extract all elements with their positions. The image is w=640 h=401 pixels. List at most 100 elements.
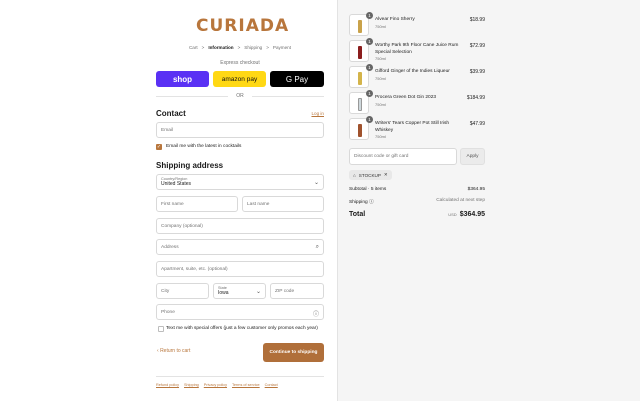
breadcrumb: Cart > Information > Shipping > Payment	[156, 45, 324, 50]
apply-discount-button[interactable]: Apply	[460, 148, 485, 165]
currency-code: USD	[448, 212, 457, 217]
bottle-image	[358, 46, 362, 59]
quantity-badge: 1	[366, 12, 373, 19]
or-divider: OR	[156, 93, 324, 99]
item-name: Alvear Fino Sherry	[375, 17, 415, 22]
discount-code-label: STOCKUP	[358, 172, 381, 178]
order-item: 1 Writers' Tears Copper Pot Still Irish …	[349, 116, 485, 140]
country-select[interactable]: Country/Region United States ⌄	[156, 174, 324, 190]
phone-field[interactable]: Phone ⓘ	[156, 304, 324, 320]
privacy-policy-link[interactable]: Privacy policy	[204, 383, 227, 387]
city-field[interactable]: City	[156, 283, 209, 299]
google-pay-button[interactable]: G Pay	[270, 71, 324, 87]
shipping-row: Shipping ⓘ Calculated at next step	[349, 198, 485, 205]
item-name: Writers' Tears Copper Pot Still Irish Wh…	[375, 121, 450, 133]
quantity-badge: 1	[366, 64, 373, 71]
bottle-image	[358, 98, 362, 111]
return-to-cart-link[interactable]: ‹ Return to cart	[157, 348, 190, 354]
breadcrumb-information: Information	[208, 45, 234, 50]
contact-link[interactable]: Contact	[265, 383, 278, 387]
breadcrumb-separator: >	[201, 45, 205, 50]
item-size: 750ml	[375, 101, 386, 107]
newsletter-label: Email me with the latest in cocktails	[166, 144, 242, 149]
shipping-label: Shipping	[349, 200, 368, 205]
zip-code-field[interactable]: ZIP code	[270, 283, 324, 299]
state-select[interactable]: State Iowa ⌄	[213, 283, 266, 299]
item-size: 750ml	[375, 134, 386, 139]
remove-discount-icon[interactable]: ✕	[384, 172, 388, 178]
shipping-value: Calculated at next step	[436, 198, 485, 203]
subtotal-label: Subtotal · 5 items	[349, 187, 387, 192]
quantity-badge: 1	[366, 90, 373, 97]
quantity-badge: 1	[366, 116, 373, 123]
applied-discount-tag: ⌂ STOCKUP ✕	[349, 170, 392, 180]
total-amount: USD $364.95	[448, 211, 485, 218]
total-value: $364.95	[459, 211, 485, 218]
order-item: 1 Alvear Fino Sherry 750ml $18.99	[349, 12, 485, 36]
breadcrumb-shipping: Shipping	[244, 45, 263, 50]
contact-heading: Contact	[156, 109, 186, 118]
breadcrumb-cart[interactable]: Cart	[189, 45, 198, 50]
product-thumbnail: 1	[349, 12, 373, 36]
item-name: Procera Green Dot Gin 2023	[375, 95, 437, 100]
apartment-field[interactable]: Apartment, suite, etc. (optional)	[156, 261, 324, 277]
item-price: $184.99	[466, 95, 485, 101]
newsletter-checkbox[interactable]: ✓	[156, 144, 162, 150]
item-size: 750ml	[375, 23, 386, 29]
help-icon[interactable]: ⓘ	[369, 200, 374, 205]
express-checkout-label: Express checkout	[220, 60, 260, 66]
brand-logo[interactable]: CURIADA	[196, 16, 288, 36]
total-row: Total USD $364.95	[349, 211, 485, 218]
product-thumbnail: 1	[349, 90, 373, 114]
state-value: Iowa	[218, 290, 229, 296]
chevron-down-icon: ⌄	[255, 289, 261, 295]
terms-of-service-link[interactable]: Terms of service	[232, 383, 260, 387]
amazon-pay-button[interactable]: amazon pay	[213, 71, 266, 87]
address-field[interactable]: Address ⌕	[156, 239, 324, 255]
item-price: $47.99	[469, 121, 485, 127]
bottle-image	[358, 20, 362, 33]
subtotal-value: $364.95	[467, 187, 485, 192]
order-item: 1 Worthy Park 9th Floor Cane Juice Rum S…	[349, 38, 485, 62]
footer-links: Refund policy Shipping Privacy policy Te…	[156, 383, 324, 387]
help-icon[interactable]: ⓘ	[313, 309, 319, 318]
bottle-image	[358, 124, 362, 137]
last-name-field[interactable]: Last name	[242, 196, 324, 212]
chevron-down-icon: ⌄	[313, 180, 319, 186]
item-price: $18.99	[469, 17, 485, 23]
company-field[interactable]: Company (optional)	[156, 218, 324, 234]
search-icon: ⌕	[315, 244, 319, 250]
country-value: United States	[161, 181, 192, 187]
sms-offers-checkbox[interactable]	[158, 326, 164, 332]
breadcrumb-separator: >	[237, 45, 241, 50]
item-price: $39.99	[469, 69, 485, 75]
product-thumbnail: 1	[349, 38, 373, 62]
order-item: 1 Gifford Ginger of the Indies Liqueur 75…	[349, 64, 485, 88]
product-thumbnail: 1	[349, 64, 373, 88]
item-name: Worthy Park 9th Floor Cane Juice Rum Spe…	[375, 43, 459, 55]
total-label: Total	[349, 211, 366, 218]
footer-divider	[156, 376, 324, 377]
quantity-badge: 1	[366, 38, 373, 45]
sms-offers-label: Text me with special offers (just a few …	[166, 326, 318, 331]
first-name-field[interactable]: First name	[156, 196, 238, 212]
continue-to-shipping-button[interactable]: Continue to shipping	[263, 343, 324, 362]
item-price: $72.99	[469, 43, 485, 49]
shipping-policy-link[interactable]: Shipping	[184, 383, 199, 387]
login-link[interactable]: Log in	[300, 111, 324, 116]
refund-policy-link[interactable]: Refund policy	[156, 383, 179, 387]
subtotal-row: Subtotal · 5 items $364.95	[349, 187, 485, 192]
item-name: Gifford Ginger of the Indies Liqueur	[375, 69, 450, 74]
shop-pay-button[interactable]: shop	[156, 71, 209, 87]
item-size: 750ml	[375, 75, 386, 81]
discount-code-field[interactable]: Discount code or gift card	[349, 148, 457, 165]
breadcrumb-separator: >	[266, 45, 269, 50]
shipping-address-heading: Shipping address	[156, 161, 224, 170]
email-field[interactable]: Email	[156, 122, 324, 138]
breadcrumb-payment: Payment	[272, 45, 292, 50]
checkout-form-panel: CURIADA Cart > Information > Shipping > Paymen…	[0, 0, 337, 401]
product-thumbnail: 1	[349, 116, 373, 140]
tag-icon: ⌂	[353, 172, 356, 178]
bottle-image	[358, 72, 362, 85]
order-item: 1 Procera Green Dot Gin 2023 750ml $184.9…	[349, 90, 485, 114]
